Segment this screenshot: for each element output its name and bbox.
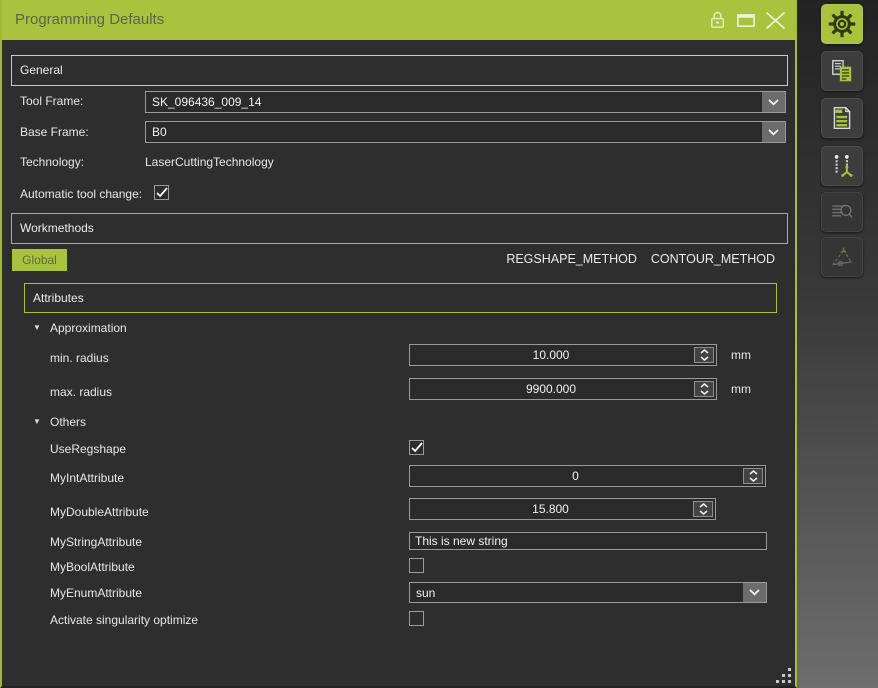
programming-defaults-dialog: Programming Defaults General To	[0, 0, 797, 688]
collapse-triangle-icon[interactable]: ▼	[33, 323, 41, 332]
resize-grip[interactable]	[776, 668, 791, 683]
lock-icon[interactable]	[710, 0, 725, 40]
use-regshape-checkbox[interactable]	[409, 440, 424, 455]
copy-program-icon	[829, 58, 855, 84]
tab-contour-method[interactable]: CONTOUR_METHOD	[651, 252, 775, 266]
singularity-optimize-label: Activate singularity optimize	[50, 613, 198, 627]
base-frame-value: B0	[152, 122, 759, 142]
tool-frame-label: Tool Frame:	[20, 94, 83, 108]
attributes-group-label: Attributes	[25, 284, 776, 313]
auto-tool-change-checkbox[interactable]	[154, 185, 169, 200]
chevron-down-icon[interactable]	[762, 92, 785, 112]
spin-up-icon[interactable]	[744, 469, 762, 476]
teach-points-button[interactable]	[821, 146, 863, 186]
my-enum-attribute-value: sun	[416, 583, 740, 602]
workmethods-group-label: Workmethods	[12, 214, 787, 243]
my-double-attribute-label: MyDoubleAttribute	[50, 505, 149, 519]
my-bool-attribute-label: MyBoolAttribute	[50, 560, 135, 574]
technology-label: Technology:	[20, 155, 84, 169]
max-radius-label: max. radius	[50, 385, 112, 399]
path-graph-icon	[829, 244, 855, 270]
my-enum-attribute-combobox[interactable]: sun	[409, 582, 767, 603]
spin-down-icon[interactable]	[744, 476, 762, 483]
my-string-attribute-label: MyStringAttribute	[50, 535, 142, 549]
max-radius-spinner[interactable]	[409, 378, 717, 400]
method-list: REGSHAPE_METHOD CONTOUR_METHOD	[506, 252, 775, 266]
approximation-group-label[interactable]: Approximation	[50, 321, 127, 335]
tool-frame-value: SK_096436_009_14	[152, 92, 759, 112]
use-regshape-label: UseRegshape	[50, 442, 126, 456]
spin-up-icon[interactable]	[694, 502, 712, 509]
tab-regshape-method[interactable]: REGSHAPE_METHOD	[506, 252, 637, 266]
min-radius-label: min. radius	[50, 351, 109, 365]
technology-value: LaserCuttingTechnology	[145, 155, 274, 169]
spin-down-icon[interactable]	[694, 509, 712, 516]
toolbar-sidebar	[797, 0, 878, 688]
tool-frame-combobox[interactable]: SK_096436_009_14	[145, 91, 786, 113]
general-group-label: General	[12, 56, 787, 85]
spin-up-icon[interactable]	[695, 348, 713, 355]
my-double-attribute-input[interactable]	[412, 499, 689, 519]
max-radius-unit: mm	[731, 382, 751, 396]
my-int-attribute-input[interactable]	[412, 466, 739, 486]
settings-button[interactable]	[821, 4, 863, 44]
auto-tool-change-label: Automatic tool change:	[20, 187, 142, 201]
program-document-icon	[829, 105, 855, 131]
spin-down-icon[interactable]	[695, 355, 713, 362]
chevron-down-icon[interactable]	[743, 583, 766, 602]
general-group-header[interactable]: General	[11, 55, 788, 86]
my-string-attribute-input[interactable]	[409, 532, 767, 550]
search-program-icon	[829, 199, 855, 225]
copy-program-button[interactable]	[821, 51, 863, 91]
search-program-button	[821, 192, 863, 232]
chevron-down-icon[interactable]	[762, 122, 785, 142]
my-double-attribute-spinner[interactable]	[409, 498, 716, 520]
path-graph-button	[821, 237, 863, 277]
spin-down-icon[interactable]	[695, 389, 713, 396]
my-enum-attribute-label: MyEnumAttribute	[50, 586, 142, 600]
base-frame-combobox[interactable]: B0	[145, 121, 786, 143]
gear-icon	[828, 10, 856, 38]
min-radius-unit: mm	[731, 348, 751, 362]
close-icon[interactable]	[765, 0, 786, 40]
collapse-triangle-icon[interactable]: ▼	[33, 417, 41, 426]
titlebar[interactable]: Programming Defaults	[2, 0, 795, 40]
min-radius-spinner[interactable]	[409, 344, 717, 366]
singularity-optimize-checkbox[interactable]	[409, 611, 424, 626]
dialog-title: Programming Defaults	[15, 11, 164, 28]
tab-global[interactable]: Global	[12, 249, 67, 271]
maximize-icon[interactable]	[737, 0, 755, 40]
attributes-group-header[interactable]: Attributes	[24, 283, 777, 313]
my-int-attribute-label: MyIntAttribute	[50, 471, 124, 485]
program-document-button[interactable]	[821, 98, 863, 138]
base-frame-label: Base Frame:	[20, 125, 89, 139]
my-int-attribute-spinner[interactable]	[409, 465, 766, 487]
teach-points-icon	[829, 153, 855, 179]
workmethods-group-header[interactable]: Workmethods	[11, 213, 788, 244]
max-radius-input[interactable]	[412, 379, 690, 399]
spin-up-icon[interactable]	[695, 382, 713, 389]
min-radius-input[interactable]	[412, 345, 690, 365]
dialog-body: General Tool Frame: SK_096436_009_14 Bas…	[2, 40, 795, 686]
others-group-label[interactable]: Others	[50, 415, 86, 429]
my-bool-attribute-checkbox[interactable]	[409, 558, 424, 573]
